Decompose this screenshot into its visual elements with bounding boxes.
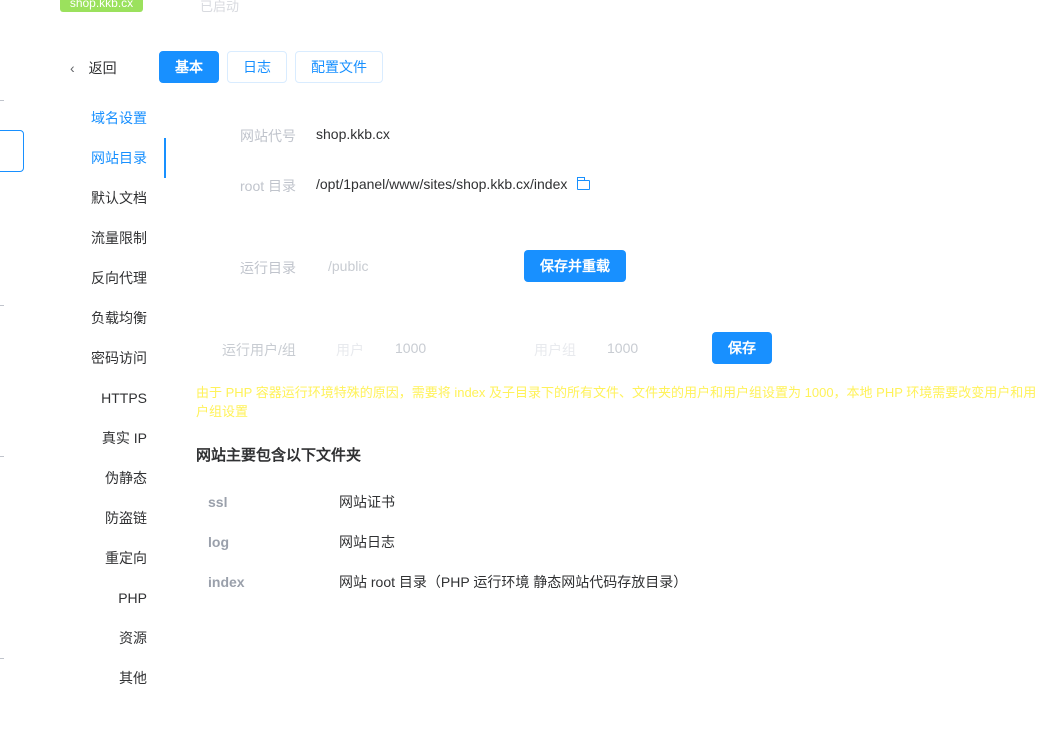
folder-row: log 网站日志 (208, 532, 395, 552)
site-code-value: shop.kkb.cx (316, 126, 390, 142)
tab-log[interactable]: 日志 (227, 51, 287, 83)
settings-sidebar: 域名设置 网站目录 默认文档 流量限制 反向代理 负载均衡 密码访问 HTTPS… (0, 98, 166, 698)
sidebar-item-https[interactable]: HTTPS (0, 378, 166, 418)
root-dir-label: root 目录 (240, 178, 297, 194)
folder-name: index (208, 574, 245, 590)
folder-desc: 网站 root 目录（PHP 运行环境 静态网站代码存放目录） (339, 574, 688, 590)
sidebar-item-php[interactable]: PHP (0, 578, 166, 618)
user-label: 用户 (336, 342, 364, 358)
site-tag: shop.kkb.cx (60, 0, 143, 12)
permission-notice: 由于 PHP 容器运行环境特殊的原因，需要将 index 及子目录下的所有文件、… (196, 385, 1037, 419)
sidebar-item-site-dir[interactable]: 网站目录 (0, 138, 166, 178)
site-code-label: 网站代号 (240, 128, 296, 144)
folder-desc: 网站日志 (339, 534, 395, 550)
sidebar-item-redirect[interactable]: 重定向 (0, 538, 166, 578)
run-dir-select[interactable]: /public (328, 258, 368, 274)
sidebar-item-password-access[interactable]: 密码访问 (0, 338, 166, 378)
sidebar-item-rate-limit[interactable]: 流量限制 (0, 218, 166, 258)
sidebar-item-reverse-proxy[interactable]: 反向代理 (0, 258, 166, 298)
sidebar-item-default-doc[interactable]: 默认文档 (0, 178, 166, 218)
save-reload-button[interactable]: 保存并重载 (524, 250, 626, 282)
tab-basic[interactable]: 基本 (159, 51, 219, 83)
sidebar-item-rewrite[interactable]: 伪静态 (0, 458, 166, 498)
folder-row: ssl 网站证书 (208, 492, 395, 512)
back-link[interactable]: ‹ 返回 (70, 58, 117, 78)
root-dir-path: /opt/1panel/www/sites/shop.kkb.cx/index (316, 176, 568, 192)
folder-name: ssl (208, 494, 228, 510)
sidebar-item-domain[interactable]: 域名设置 (0, 98, 166, 138)
sidebar-item-real-ip[interactable]: 真实 IP (0, 418, 166, 458)
root-dir-value: /opt/1panel/www/sites/shop.kkb.cx/index (316, 176, 591, 192)
sidebar-item-other[interactable]: 其他 (0, 658, 166, 698)
tab-config-file[interactable]: 配置文件 (295, 51, 383, 83)
user-input[interactable]: 1000 (395, 340, 426, 356)
group-label: 用户组 (534, 342, 576, 358)
folder-name: log (208, 534, 229, 550)
back-label: 返回 (88, 60, 117, 76)
folder-desc: 网站证书 (339, 494, 395, 510)
chevron-left-icon: ‹ (70, 60, 75, 76)
tab-bar: 基本 日志 配置文件 (159, 51, 383, 83)
run-user-group-label: 运行用户/组 (222, 342, 296, 358)
run-dir-label: 运行目录 (240, 260, 296, 276)
sidebar-item-resource[interactable]: 资源 (0, 618, 166, 658)
folder-row: index 网站 root 目录（PHP 运行环境 静态网站代码存放目录） (208, 572, 687, 592)
site-status-text: 已启动 (200, 0, 240, 14)
folder-icon[interactable] (577, 177, 591, 190)
sidebar-item-anti-leech[interactable]: 防盗链 (0, 498, 166, 538)
sidebar-item-load-balance[interactable]: 负载均衡 (0, 298, 166, 338)
save-button[interactable]: 保存 (712, 332, 772, 364)
group-input[interactable]: 1000 (607, 340, 638, 356)
folders-title: 网站主要包含以下文件夹 (196, 447, 362, 464)
